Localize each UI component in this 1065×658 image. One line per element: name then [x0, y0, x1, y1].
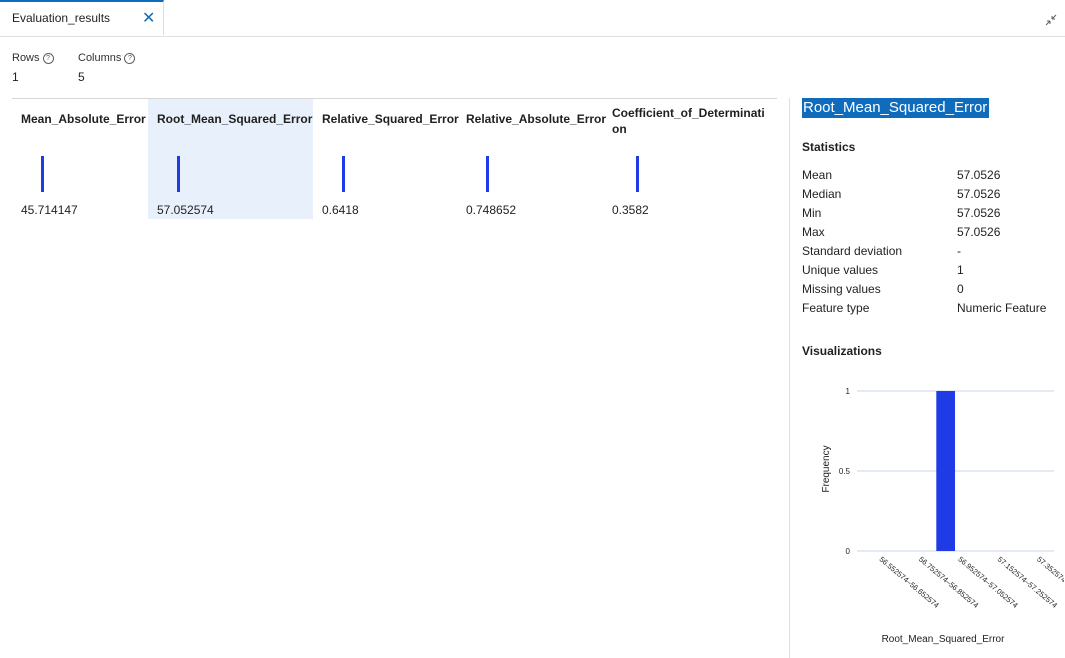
collapse-icon[interactable]: [1043, 13, 1059, 27]
stat-value: Numeric Feature: [957, 301, 1047, 315]
columns-value: 5: [78, 70, 85, 84]
column-histogram-bar: [636, 156, 639, 192]
y-tick-label: 0: [846, 547, 851, 556]
stat-row: Unique values 1: [802, 263, 1060, 282]
stat-label: Max: [802, 225, 825, 239]
columns-meta: Columns? 5: [78, 52, 136, 84]
rows-label: Rows: [12, 52, 40, 64]
column-header: Relative_Squared_Error: [322, 112, 459, 126]
stat-label: Unique values: [802, 263, 879, 277]
stat-label: Min: [802, 206, 822, 220]
stat-label: Median: [802, 187, 842, 201]
column-histogram-bar: [342, 156, 345, 192]
panel-divider: [789, 98, 790, 658]
help-icon[interactable]: ?: [42, 53, 54, 64]
stat-value: 57.0526: [957, 225, 1001, 239]
column-coefficient-of-determination[interactable]: Coefficient_of_Determination 0.3582: [603, 99, 777, 219]
column-relative-absolute-error[interactable]: Relative_Absolute_Error 0.748652: [457, 99, 607, 219]
stat-row: Missing values 0: [802, 282, 1060, 301]
column-histogram-bar: [177, 156, 180, 192]
y-tick-label: 1: [846, 387, 851, 396]
column-mean-absolute-error[interactable]: Mean_Absolute_Error 45.714147: [12, 99, 148, 219]
tab-bar: Evaluation_results ✕: [0, 0, 1065, 37]
y-tick-label: 0.5: [839, 467, 851, 476]
help-icon[interactable]: ?: [124, 53, 136, 64]
column-histogram-bar: [486, 156, 489, 192]
cell-value: 0.3582: [612, 203, 649, 217]
results-grid: Mean_Absolute_Error 45.714147 Root_Mean_…: [12, 98, 777, 219]
stat-label: Standard deviation: [802, 244, 903, 258]
stat-row: Median 57.0526: [802, 187, 1060, 206]
stat-label: Mean: [802, 168, 833, 182]
x-axis-label: Root_Mean_Squared_Error: [882, 634, 1006, 645]
stat-value: 1: [957, 263, 964, 277]
column-header: Relative_Absolute_Error: [466, 112, 607, 126]
stat-row: Standard deviation -: [802, 244, 1060, 263]
stat-value: 57.0526: [957, 168, 1001, 182]
cell-value: 0.748652: [466, 203, 517, 217]
tab-evaluation-results[interactable]: Evaluation_results ✕: [0, 0, 164, 35]
column-header: Root_Mean_Squared_Error: [157, 112, 313, 126]
stat-value: 57.0526: [957, 187, 1001, 201]
rows-meta: Rows? 1: [12, 52, 54, 84]
stat-label: Feature type: [802, 301, 870, 315]
columns-label: Columns: [78, 52, 122, 64]
statistics-heading: Statistics: [802, 140, 856, 154]
rows-value: 1: [12, 70, 19, 84]
cell-value: 0.6418: [322, 203, 359, 217]
histogram-chart: 00.51 56.552574–56.65257456.752574–56.85…: [821, 387, 1064, 645]
close-icon[interactable]: ✕: [142, 8, 155, 28]
column-header: Coefficient_of_Determination: [612, 106, 765, 136]
cell-value: 57.052574: [157, 203, 214, 217]
stat-row: Min 57.0526: [802, 206, 1060, 225]
column-relative-squared-error[interactable]: Relative_Squared_Error 0.6418: [313, 99, 459, 219]
column-header: Mean_Absolute_Error: [21, 112, 146, 126]
histogram-bar[interactable]: [936, 391, 955, 551]
column-histogram-bar: [41, 156, 44, 192]
stat-value: 57.0526: [957, 206, 1001, 220]
panel-title: Root_Mean_Squared_Error: [802, 98, 990, 118]
tab-label: Evaluation_results: [12, 11, 111, 25]
stat-row: Max 57.0526: [802, 225, 1060, 244]
y-axis-label: Frequency: [821, 445, 832, 492]
stat-value: 0: [957, 282, 964, 296]
stat-label: Missing values: [802, 282, 881, 296]
column-root-mean-squared-error[interactable]: Root_Mean_Squared_Error 57.052574: [148, 99, 313, 219]
stat-row: Mean 57.0526: [802, 168, 1060, 187]
stat-row: Feature type Numeric Feature: [802, 301, 1060, 320]
visualizations-heading: Visualizations: [802, 344, 882, 358]
cell-value: 45.714147: [21, 203, 78, 217]
stat-value: -: [957, 244, 961, 258]
